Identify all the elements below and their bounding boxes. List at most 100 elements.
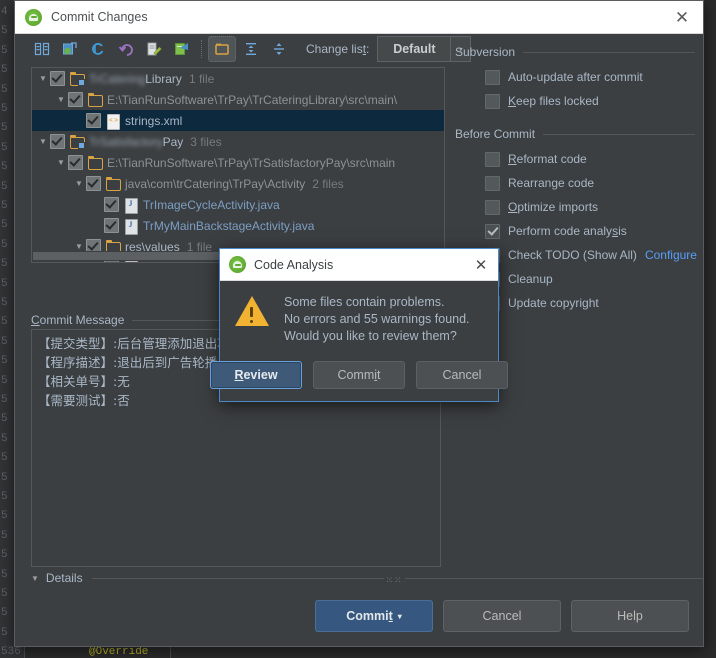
tree-row[interactable]: ▼strings.xml [32, 110, 444, 131]
chevron-down-icon: ▼ [31, 573, 39, 583]
scrollbar-thumb[interactable] [33, 252, 229, 260]
folder-icon [105, 176, 121, 192]
window-title: Commit Changes [51, 10, 148, 24]
cancel-button-label: Cancel [442, 368, 482, 382]
tree-row-label: strings.xml [125, 113, 183, 128]
group-rule: ⁙⁙ [91, 575, 703, 585]
tree-expand-twisty-icon[interactable]: ▼ [72, 179, 86, 188]
collapse-all-icon[interactable] [266, 37, 292, 61]
tree-row-file-count: 2 files [312, 176, 344, 191]
option-label: Auto-update after commit [508, 70, 643, 84]
tree-row-label-text: Library [145, 71, 182, 86]
checkbox[interactable] [485, 151, 500, 167]
tree-row[interactable]: ▼ TrSatisfactoryPay 3 files [32, 131, 444, 152]
help-button-label: Help [617, 609, 643, 623]
option-label: Cleanup [508, 272, 553, 286]
before-commit-perform-code-analysis-row[interactable]: Perform code analysis [455, 219, 695, 243]
cancel-button[interactable]: Cancel [443, 600, 561, 632]
help-button[interactable]: Help [571, 600, 689, 632]
before-commit-optimize-imports-row[interactable]: Optimize imports [455, 195, 695, 219]
tree-row-checkbox[interactable] [86, 176, 101, 191]
checkbox[interactable] [485, 93, 500, 109]
tree-row-checkbox[interactable] [104, 197, 119, 212]
code-analysis-message-line: Some files contain problems. [284, 295, 445, 309]
tree-row[interactable]: ▼ E:\TianRunSoftware\TrPay\TrCateringLibr… [32, 89, 444, 110]
module-badge-icon [78, 78, 85, 86]
checkbox[interactable] [485, 175, 500, 191]
module-folder-icon [69, 71, 85, 87]
code-analysis-dialog: Code Analysis ✕ Some files contain probl… [210, 248, 508, 402]
show-ignored-icon[interactable] [169, 37, 195, 61]
editor-last-line-number: 536 [1, 646, 21, 658]
details-section-header[interactable]: ▼ Details ⁙⁙ [31, 571, 703, 585]
tree-row-checkbox[interactable] [68, 155, 83, 170]
edit-source-icon[interactable] [141, 37, 167, 61]
resize-grip[interactable]: ⁙⁙ [383, 575, 405, 585]
cancel-button-label: Cancel [482, 609, 522, 623]
tree-expand-twisty-icon[interactable]: ▼ [72, 242, 86, 251]
tree-row-checkbox[interactable] [104, 218, 119, 233]
review-button-label: Review [234, 368, 278, 382]
tree-row-label: TrImageCycleActivity.java [143, 197, 280, 212]
checkbox[interactable] [485, 199, 500, 215]
tree-expand-twisty-icon[interactable]: ▼ [36, 74, 50, 83]
folder-icon [87, 92, 103, 108]
tree-row[interactable]: ▼ java\com\trCatering\TrPay\Activity 2 fil… [32, 173, 444, 194]
changed-files-tree[interactable]: ▼ TrCateringLibrary 1 file ▼ E:\TianRunSoftw… [31, 67, 445, 263]
subversion-keep-files-locked-row[interactable]: Keep files locked [455, 89, 695, 113]
code-analysis-message: Some files contain problems. No errors an… [284, 294, 470, 345]
folder-icon [87, 155, 103, 171]
cancel-button[interactable]: Cancel [416, 361, 508, 389]
before-commit-group-title: Before Commit [455, 127, 695, 141]
tree-row[interactable]: ▼ TrCateringLibrary 1 file [32, 68, 444, 89]
editor-separator-left [170, 646, 171, 658]
dialog-action-buttons: Commit ▾ Cancel Help [315, 600, 689, 632]
group-by-directory-icon[interactable] [208, 36, 236, 62]
expand-all-icon[interactable] [238, 37, 264, 61]
java-file-icon [123, 197, 139, 214]
code-analysis-message-line: No errors and 55 warnings found. [284, 312, 470, 326]
close-icon[interactable]: ✕ [468, 253, 494, 277]
commit-button-label: Commit [346, 609, 393, 623]
commit-button[interactable]: Commit [313, 361, 405, 389]
tree-row[interactable]: ▼TrImageCycleActivity.java [32, 194, 444, 215]
checkbox[interactable] [485, 69, 500, 85]
commit-button-label: Commit [337, 368, 381, 382]
tree-row-label: TrMyMainBackstageActivity.java [143, 218, 315, 233]
option-label: Optimize imports [508, 200, 599, 214]
commit-button[interactable]: Commit ▾ [315, 600, 433, 632]
xml-file-icon [105, 113, 121, 130]
before-commit-reformat-code-row[interactable]: Reformat code [455, 147, 695, 171]
review-button[interactable]: Review [210, 361, 302, 389]
option-label: Check TODO (Show All) [508, 248, 637, 262]
move-to-changelist-icon[interactable] [57, 37, 83, 61]
tree-row-checkbox[interactable] [68, 92, 83, 107]
before-commit-rearrange-code-row[interactable]: Rearrange code [455, 171, 695, 195]
code-analysis-buttons: Review Commit Cancel [210, 361, 508, 389]
tree-row[interactable]: ▼TrMyMainBackstageActivity.java [32, 215, 444, 236]
tree-expand-twisty-icon[interactable]: ▼ [54, 95, 68, 104]
option-label: Update copyright [508, 296, 599, 310]
tree-row-checkbox[interactable] [86, 113, 101, 128]
refresh-icon[interactable] [85, 37, 111, 61]
option-label: Rearrange code [508, 176, 595, 190]
chevron-down-icon: ▾ [397, 611, 402, 621]
checkbox[interactable] [485, 223, 500, 239]
subversion-auto-update-after-commit-row[interactable]: Auto-update after commit [455, 65, 695, 89]
revert-icon[interactable] [113, 37, 139, 61]
close-icon[interactable]: ✕ [667, 4, 697, 30]
module-folder-icon [69, 134, 85, 150]
warning-triangle-icon [234, 296, 272, 330]
configure-link[interactable]: Configure [645, 248, 697, 262]
tree-expand-twisty-icon[interactable]: ▼ [54, 158, 68, 167]
android-studio-icon [25, 8, 42, 26]
tree-expand-twisty-icon[interactable]: ▼ [36, 137, 50, 146]
module-badge-icon [78, 141, 85, 149]
tree-row-checkbox[interactable] [50, 71, 65, 86]
tree-row-checkbox[interactable] [50, 134, 65, 149]
tree-row-label-text: Pay [162, 134, 184, 149]
code-analysis-message-line: Would you like to review them? [284, 329, 457, 343]
group-rule [543, 133, 695, 135]
tree-row[interactable]: ▼ E:\TianRunSoftware\TrPay\TrSatisfactory… [32, 152, 444, 173]
show-diff-icon[interactable] [29, 37, 55, 61]
